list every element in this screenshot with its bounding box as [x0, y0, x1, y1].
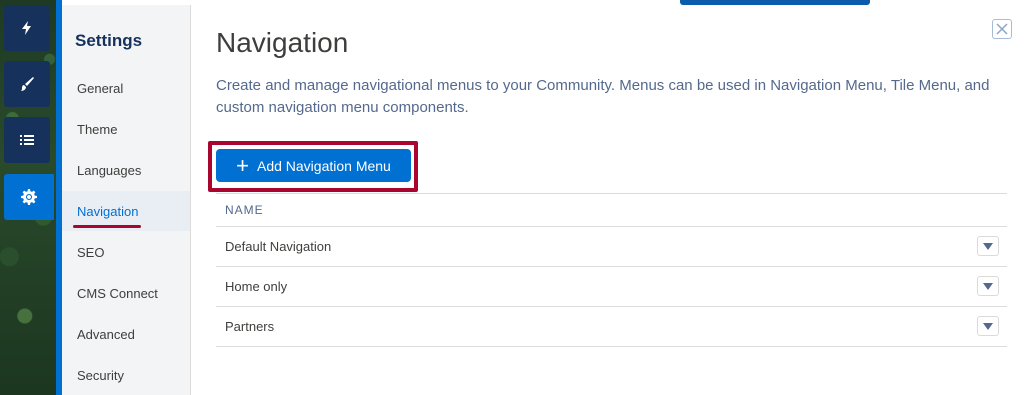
- menu-name: Partners: [225, 319, 275, 334]
- page-title: Navigation: [216, 27, 349, 58]
- chevron-down-icon: [983, 282, 993, 290]
- menu-name: Home only: [225, 279, 288, 294]
- page-description: Create and manage navigational menus to …: [216, 77, 990, 116]
- rail-settings-button[interactable]: [4, 174, 54, 220]
- navigation-panel: Navigation Create and manage navigationa…: [191, 5, 1024, 395]
- settings-item-general[interactable]: General: [62, 68, 190, 108]
- rail-theme-button[interactable]: [4, 61, 50, 107]
- rail-components-button[interactable]: [4, 5, 50, 51]
- list-icon: [20, 135, 34, 145]
- table-row: Default Navigation: [216, 227, 1007, 267]
- settings-item-languages[interactable]: Languages: [62, 150, 190, 190]
- row-actions-dropdown[interactable]: [977, 316, 999, 336]
- rail-pages-button[interactable]: [4, 117, 50, 163]
- settings-item-theme[interactable]: Theme: [62, 109, 190, 149]
- add-navigation-menu-button[interactable]: + Add Navigation Menu: [216, 149, 411, 182]
- row-actions-dropdown[interactable]: [977, 236, 999, 256]
- settings-item-security[interactable]: Security: [62, 355, 190, 395]
- settings-item-cms-connect[interactable]: CMS Connect: [62, 273, 190, 313]
- column-header-name: NAME: [216, 193, 1007, 227]
- add-navigation-menu-label: Add Navigation Menu: [256, 157, 391, 174]
- settings-item-seo[interactable]: SEO: [62, 232, 190, 272]
- chevron-down-icon: [983, 322, 993, 330]
- chevron-down-icon: [983, 242, 993, 250]
- table-row: Home only: [216, 267, 1007, 307]
- lightning-icon: [22, 21, 31, 35]
- brush-icon: [21, 77, 34, 91]
- navigation-menu-table: NAME Default Navigation Home only Partne…: [216, 193, 1007, 347]
- row-actions-dropdown[interactable]: [977, 276, 999, 296]
- menu-name: Default Navigation: [225, 239, 332, 254]
- plus-icon: +: [236, 152, 249, 178]
- table-row: Partners: [216, 307, 1007, 347]
- close-button[interactable]: [992, 19, 1012, 39]
- settings-title: Settings: [75, 31, 143, 50]
- settings-item-advanced[interactable]: Advanced: [62, 314, 190, 354]
- close-icon: [996, 23, 1008, 35]
- settings-nav: Settings General Theme Languages Navigat…: [62, 5, 191, 395]
- gear-icon: [21, 189, 37, 205]
- navigation-highlight-underline: [73, 225, 141, 228]
